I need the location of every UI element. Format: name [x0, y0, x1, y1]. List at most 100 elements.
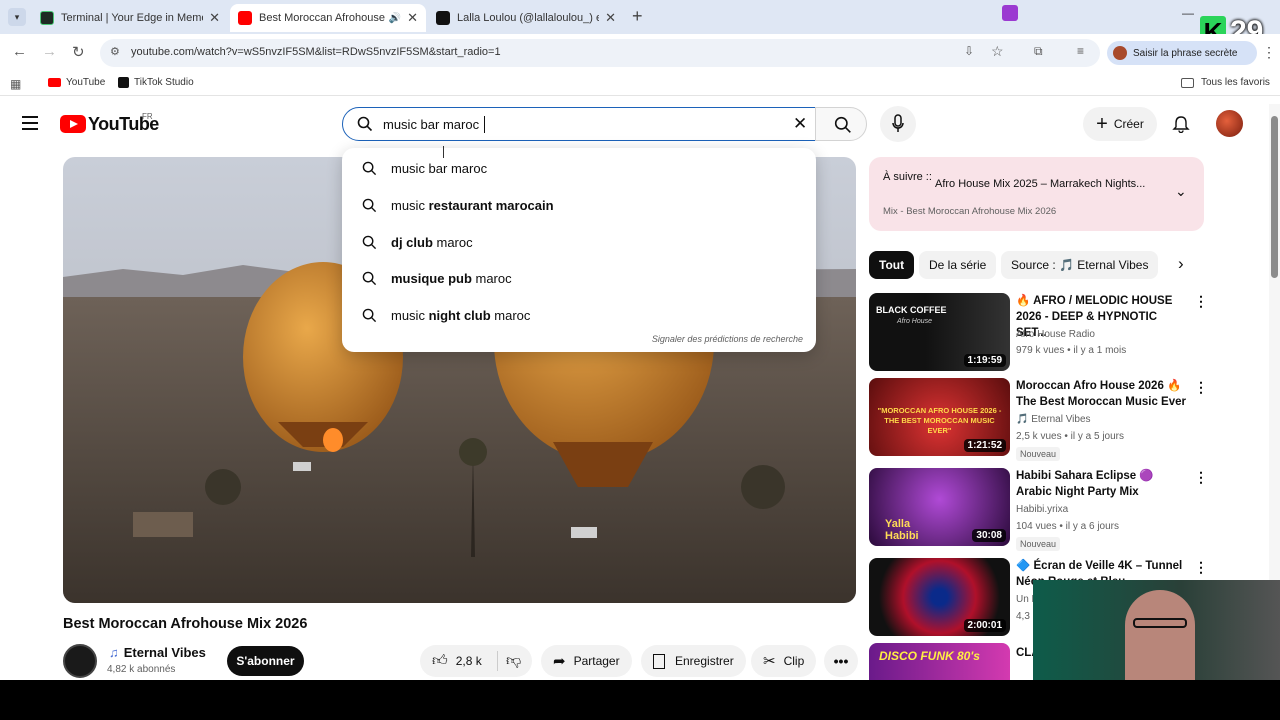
thumbnail-text: DISCO FUNK 80's — [879, 649, 980, 663]
close-icon[interactable]: ✕ — [209, 10, 220, 26]
related-video-title[interactable]: Habibi Sahara Eclipse 🟣 Arabic Night Par… — [1016, 468, 1186, 500]
mouse-cursor-icon — [443, 146, 449, 158]
browser-tab[interactable]: Terminal | Your Edge in Memecoins ✕ — [32, 4, 228, 32]
scrollbar-thumb[interactable] — [1271, 116, 1278, 278]
share-button[interactable]: ➦ Partager — [541, 645, 632, 677]
clear-search-icon[interactable]: ✕ — [793, 114, 807, 134]
video-thumbnail[interactable]: Yalla Habibi 30:08 — [869, 468, 1010, 546]
chevron-down-icon[interactable]: ⌄ — [1175, 183, 1187, 200]
share-icon: ➦ — [553, 653, 566, 670]
search-icon — [834, 116, 852, 139]
guide-menu-icon[interactable] — [22, 116, 38, 130]
related-video-title[interactable]: Moroccan Afro House 2026 🔥 The Best Moro… — [1016, 378, 1186, 410]
install-icon[interactable]: ⇩ — [964, 44, 974, 58]
suggestion-item[interactable]: musique pub maroc — [342, 260, 816, 296]
video-thumbnail[interactable]: BLACK COFFEE Afro House 1:19:59 — [869, 293, 1010, 371]
webcam-glasses — [1133, 618, 1187, 628]
screen: ▾ Terminal | Your Edge in Memecoins ✕ Be… — [0, 0, 1280, 720]
forward-icon[interactable]: → — [42, 43, 57, 60]
speaker-icon[interactable]: 🔊 — [389, 13, 401, 24]
more-vertical-icon[interactable]: ⋮ — [1194, 559, 1208, 576]
like-button[interactable]: 👍︎ 2,8 k 👎︎ — [420, 645, 532, 677]
more-vertical-icon[interactable]: ⋮ — [1194, 379, 1208, 396]
related-meta: 979 k vues • il y a 1 mois — [1016, 345, 1127, 356]
music-note-icon: ♫ — [109, 645, 119, 660]
extensions-icon[interactable]: ⧉ — [1034, 44, 1043, 59]
menu-icon[interactable]: ⋮ — [1262, 44, 1276, 61]
minimize-icon[interactable]: — — [1182, 6, 1194, 20]
suggestion-item[interactable]: music bar maroc — [342, 150, 816, 186]
chip-source[interactable]: Source : 🎵 Eternal Vibes — [1001, 251, 1159, 279]
avatar — [1113, 46, 1127, 60]
new-tab-button[interactable]: + — [632, 6, 643, 27]
apps-grid-icon[interactable]: ▦ — [10, 77, 21, 91]
tab-search-button[interactable]: ▾ — [8, 8, 26, 26]
search-icon — [357, 116, 373, 137]
related-channel[interactable]: Afro House Radio — [1016, 329, 1095, 340]
back-icon[interactable]: ← — [12, 43, 27, 60]
youtube-favicon-icon — [238, 11, 252, 25]
new-badge: Nouveau — [1016, 537, 1061, 551]
search-input[interactable]: music bar maroc — [383, 117, 479, 132]
bookmark-tiktok-studio[interactable]: TikTok Studio — [118, 77, 194, 88]
webcam-overlay — [1033, 580, 1280, 680]
video-thumbnail[interactable]: 2:00:01 — [869, 558, 1010, 636]
thumbs-down-icon[interactable]: 👎︎ — [506, 652, 521, 670]
suggestion-item[interactable]: dj club maroc — [342, 224, 816, 260]
create-button[interactable]: + Créer — [1083, 107, 1157, 141]
avatar[interactable] — [1216, 110, 1243, 137]
subscriber-count: 4,82 k abonnés — [107, 664, 176, 675]
close-icon[interactable]: ✕ — [605, 10, 616, 26]
notifications-icon[interactable] — [1172, 115, 1190, 138]
close-icon[interactable]: ✕ — [407, 10, 418, 26]
duration-badge: 1:19:59 — [963, 354, 1006, 367]
video-thumbnail[interactable]: DISCO FUNK 80's — [869, 643, 1010, 680]
report-predictions-link[interactable]: Signaler des prédictions de recherche — [652, 334, 803, 344]
save-button[interactable]: Enregistrer — [641, 645, 746, 677]
voice-search-button[interactable] — [880, 106, 916, 142]
browser-tab-active[interactable]: Best Moroccan Afrohouse Mix 2026 🔊 ✕ — [230, 4, 426, 32]
browser-tab-strip: ▾ Terminal | Your Edge in Memecoins ✕ Be… — [0, 0, 1280, 48]
suggestion-text: dj club maroc — [391, 234, 473, 250]
media-control-icon[interactable]: ≡ — [1077, 44, 1084, 58]
thumbnail-text: BLACK COFFEE — [876, 305, 947, 315]
duration-badge: 1:21:52 — [963, 439, 1006, 452]
search-icon — [362, 161, 378, 176]
playlist-panel[interactable]: À suivre :: Afro House Mix 2025 – Marrak… — [869, 157, 1204, 231]
video-thumbnail[interactable]: "MOROCCAN AFRO HOUSE 2026 - THE BEST MOR… — [869, 378, 1010, 456]
subscribe-label: S'abonner — [236, 654, 295, 668]
youtube-logo-icon[interactable] — [60, 115, 86, 133]
all-bookmarks[interactable]: Tous les favoris — [1181, 77, 1270, 88]
subscribe-button[interactable]: S'abonner — [227, 646, 304, 676]
related-channel[interactable]: Habibi.yrixa — [1016, 504, 1068, 515]
more-vertical-icon[interactable]: ⋮ — [1194, 469, 1208, 486]
more-actions-button[interactable]: ••• — [824, 645, 858, 677]
bookmark-youtube[interactable]: YouTube — [48, 77, 105, 88]
suggestion-item[interactable]: music night club maroc — [342, 297, 816, 333]
passphrase-button[interactable]: Saisir la phrase secrète — [1107, 41, 1257, 65]
bookmark-label: TikTok Studio — [134, 77, 194, 88]
suggestion-item[interactable]: music restaurant marocain — [342, 187, 816, 223]
site-info-icon[interactable]: ⚙ — [110, 45, 120, 58]
address-bar[interactable]: ⚙ youtube.com/watch?v=wS5nvzIF5SM&list=R… — [100, 39, 1100, 67]
duration-badge: 30:08 — [972, 529, 1006, 542]
chevron-right-icon[interactable]: › — [1178, 254, 1184, 274]
search-button[interactable] — [815, 107, 867, 141]
up-next-title: Afro House Mix 2025 – Marrakech Nights..… — [935, 178, 1146, 190]
channel-avatar[interactable] — [63, 644, 97, 678]
chip-series[interactable]: De la série — [919, 251, 997, 279]
reload-icon[interactable]: ↻ — [72, 43, 85, 61]
channel-name-link[interactable]: ♫ Eternal Vibes — [109, 645, 206, 660]
folder-icon — [1181, 77, 1194, 88]
chip-all[interactable]: Tout — [869, 251, 915, 279]
related-video-title[interactable]: CLA... #30 — [1016, 645, 1034, 661]
search-field[interactable]: music bar maroc ✕ — [342, 107, 816, 141]
profile-app-icon[interactable] — [1002, 5, 1018, 21]
browser-tab[interactable]: Lalla Loulou (@lallaloulou_) est sur Tik… — [428, 4, 624, 32]
related-channel[interactable]: 🎵 Eternal Vibes — [1016, 414, 1091, 425]
up-next-label: À suivre :: — [883, 171, 932, 183]
clip-button[interactable]: ✂ Clip — [751, 645, 817, 677]
suggestion-text: musique pub maroc — [391, 270, 512, 286]
bookmark-star-icon[interactable]: ☆ — [991, 43, 1004, 60]
more-vertical-icon[interactable]: ⋮ — [1194, 293, 1208, 310]
